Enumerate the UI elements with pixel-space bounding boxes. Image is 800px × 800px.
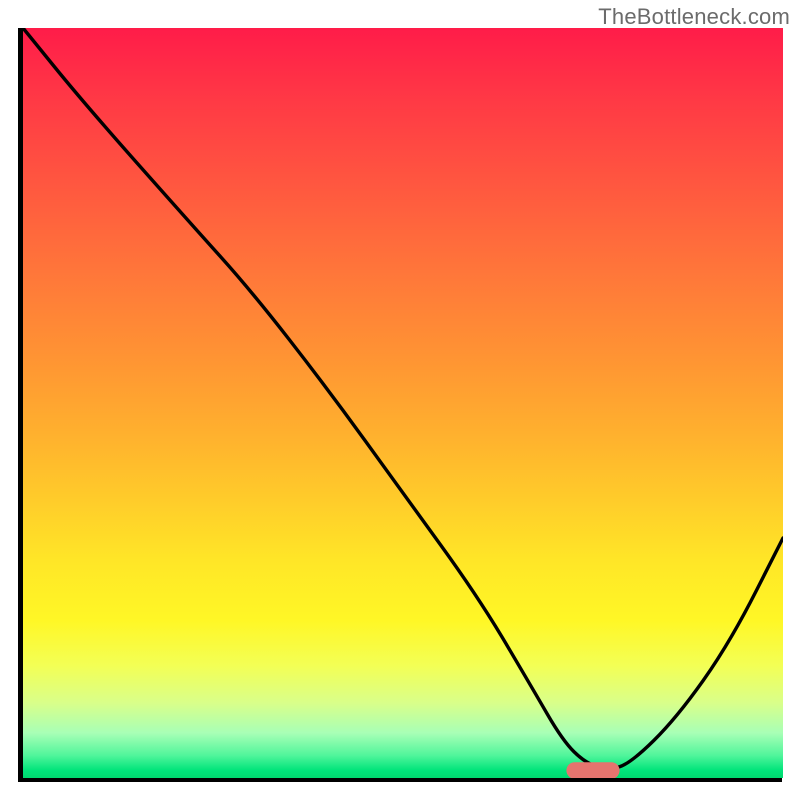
- plot-frame: [18, 28, 782, 782]
- bottleneck-curve: [23, 28, 783, 769]
- chart-canvas: TheBottleneck.com: [0, 0, 800, 800]
- watermark-text: TheBottleneck.com: [598, 4, 790, 30]
- optimal-region-marker: [566, 762, 619, 778]
- plot-area: [23, 28, 783, 778]
- overlay-svg: [23, 28, 783, 778]
